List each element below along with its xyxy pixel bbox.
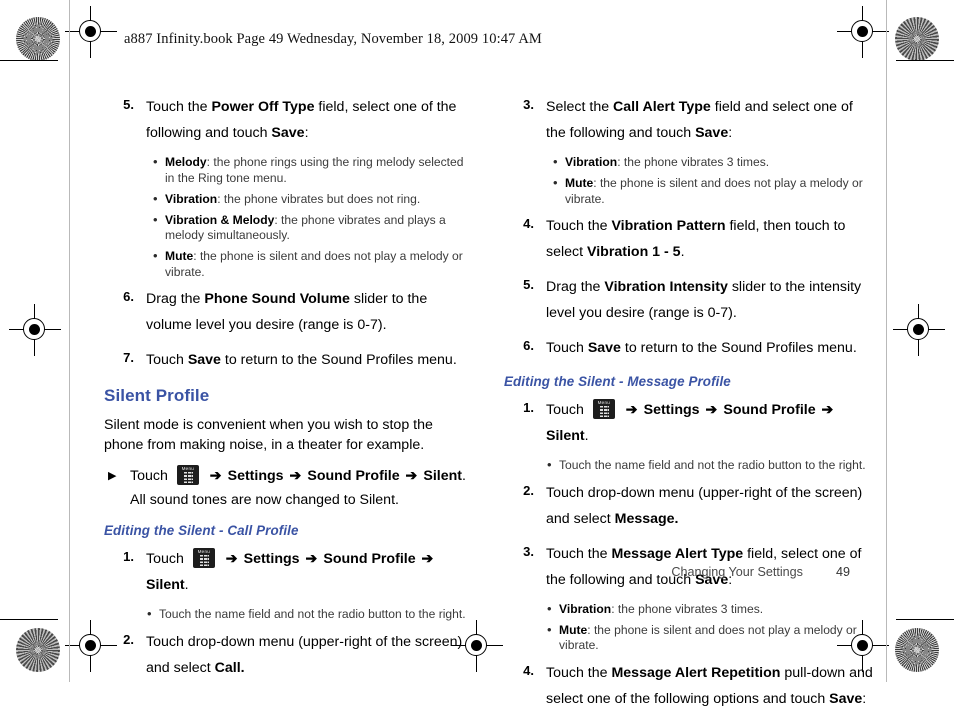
trim-line-top-right <box>896 60 954 62</box>
step-text: Touch drop-down menu (upper-right of the… <box>546 484 863 527</box>
step-number: 3. <box>523 97 534 112</box>
right-column: 3. Select the Call Alert Type field and s… <box>504 94 874 721</box>
print-calibration-target-bottom-left <box>16 628 60 672</box>
numbered-step: 6. Drag the Phone Sound Volume slider to … <box>104 286 474 338</box>
step-text: Touch the Vibration Pattern field, then … <box>546 218 846 260</box>
print-calibration-target-top-left <box>16 17 60 61</box>
step-text: Touch Menu ➔ Settings ➔ Sound Profile ➔ … <box>146 548 434 593</box>
silent-profile-arrow-step-text: Touch Menu ➔ Settings ➔ Sound Profile ➔ … <box>130 465 466 485</box>
numbered-step: 2. Touch drop-down menu (upper-right of t… <box>504 480 874 532</box>
step-number: 5. <box>123 97 134 112</box>
step-number: 6. <box>123 289 134 304</box>
print-calibration-target-bottom-right <box>895 628 939 672</box>
menu-key-icon: Menu <box>592 399 615 419</box>
bullet-item: Vibration & Melody: the phone vibrates a… <box>152 212 474 244</box>
registration-mark-top-left <box>65 6 117 58</box>
registration-mark-right-middle <box>893 304 945 356</box>
bullet-list: Vibration: the phone vibrates 3 times. Mu… <box>546 601 874 654</box>
silent-profile-arrow-step: ▶ Touch Menu ➔ Settings ➔ Sound Profile … <box>104 464 474 488</box>
page-footer: Changing Your Settings 49 <box>671 565 850 579</box>
book-file-header: a887 Infinity.book Page 49 Wednesday, No… <box>124 31 542 47</box>
triangle-bullet-icon: ▶ <box>108 470 117 482</box>
registration-mark-bottom-left <box>65 620 117 672</box>
step-number: 4. <box>523 662 534 678</box>
message-profile-steps-container: 1. Touch Menu ➔ Settings ➔ Sound Profile … <box>504 397 874 712</box>
menu-key-icon: Menu <box>192 548 215 568</box>
step-text: Touch drop-down menu (upper-right of the… <box>146 633 463 676</box>
step-number: 3. <box>523 543 534 559</box>
step-text: Touch Menu ➔ Settings ➔ Sound Profile ➔ … <box>546 399 834 444</box>
step-number: 2. <box>123 631 134 647</box>
step-text: Touch the Power Off Type field, select o… <box>146 99 457 141</box>
step-text: Select the Call Alert Type field and sel… <box>546 99 853 141</box>
bullet-list: Touch the name field and not the radio b… <box>146 606 474 623</box>
footer-chapter-title: Changing Your Settings <box>671 565 803 579</box>
bullet-item: Melody: the phone rings using the ring m… <box>152 154 474 186</box>
silent-profile-arrow-step-note: All sound tones are now changed to Silen… <box>130 492 399 508</box>
step-text: Touch Save to return to the Sound Profil… <box>146 352 457 368</box>
numbered-step: 2. Touch drop-down menu (upper-right of t… <box>104 629 474 681</box>
step-number: 4. <box>523 216 534 231</box>
numbered-step: 4. Touch the Vibration Pattern field, the… <box>504 213 874 265</box>
numbered-step: 7. Touch Save to return to the Sound Prof… <box>104 347 474 373</box>
step-number: 2. <box>523 482 534 498</box>
bullet-list: Melody: the phone rings using the ring m… <box>152 154 474 280</box>
subsection-heading-message-profile: Editing the Silent - Message Profile <box>504 374 731 389</box>
registration-mark-top-right <box>837 6 889 58</box>
bullet-list: Touch the name field and not the radio b… <box>546 457 874 474</box>
numbered-step: 5. Drag the Vibration Intensity slider to… <box>504 274 874 326</box>
bullet-item: Touch the name field and not the radio b… <box>546 457 874 474</box>
step-number: 1. <box>523 400 534 415</box>
right-steps-container: 3. Select the Call Alert Type field and s… <box>504 94 874 361</box>
step-number: 6. <box>523 338 534 353</box>
print-calibration-target-top-right <box>895 17 939 61</box>
numbered-step: 6. Touch Save to return to the Sound Prof… <box>504 335 874 361</box>
call-profile-steps-container: 1. Touch Menu ➔ Settings ➔ Sound Profile … <box>104 546 474 681</box>
step-number: 7. <box>123 350 134 365</box>
trim-line-bottom-left <box>0 619 58 621</box>
left-column: 5. Touch the Power Off Type field, select… <box>104 94 474 690</box>
silent-profile-paragraph: Silent mode is convenient when you wish … <box>104 417 433 453</box>
numbered-step: 3. Select the Call Alert Type field and s… <box>504 94 874 146</box>
section-heading-silent-profile: Silent Profile <box>104 386 210 405</box>
bullet-item: Mute: the phone is silent and does not p… <box>546 622 874 654</box>
numbered-step: 5. Touch the Power Off Type field, select… <box>104 94 474 146</box>
numbered-step: 1. Touch Menu ➔ Settings ➔ Sound Profile … <box>504 397 874 449</box>
numbered-step: 1. Touch Menu ➔ Settings ➔ Sound Profile … <box>104 546 474 598</box>
trim-line-bottom-right <box>896 619 954 621</box>
page-rule-left <box>69 0 70 682</box>
bullet-item: Vibration: the phone vibrates but does n… <box>152 191 474 208</box>
bullet-list: Vibration: the phone vibrates 3 times. Mu… <box>552 154 874 207</box>
step-number: 5. <box>523 277 534 292</box>
bullet-item: Touch the name field and not the radio b… <box>146 606 474 623</box>
page-rule-right <box>886 0 887 682</box>
bullet-item: Vibration: the phone vibrates 3 times. <box>546 601 874 618</box>
trim-line-top-left <box>0 60 58 62</box>
step-text: Touch Save to return to the Sound Profil… <box>546 340 857 356</box>
step-number: 1. <box>123 549 134 564</box>
registration-mark-left-middle <box>9 304 61 356</box>
bullet-item: Mute: the phone is silent and does not p… <box>552 175 874 207</box>
bullet-item: Vibration: the phone vibrates 3 times. <box>552 154 874 171</box>
subsection-heading-call-profile: Editing the Silent - Call Profile <box>104 523 299 538</box>
step-text: Drag the Vibration Intensity slider to t… <box>546 279 862 321</box>
step-text: Touch the Message Alert Repetition pull-… <box>546 664 873 707</box>
step-text: Drag the Phone Sound Volume slider to th… <box>146 291 428 333</box>
bullet-item: Mute: the phone is silent and does not p… <box>152 248 474 280</box>
numbered-step: 4. Touch the Message Alert Repetition pul… <box>504 660 874 712</box>
footer-page-number: 49 <box>835 565 850 579</box>
left-steps-container: 5. Touch the Power Off Type field, select… <box>104 94 474 373</box>
menu-key-icon: Menu <box>176 465 199 485</box>
